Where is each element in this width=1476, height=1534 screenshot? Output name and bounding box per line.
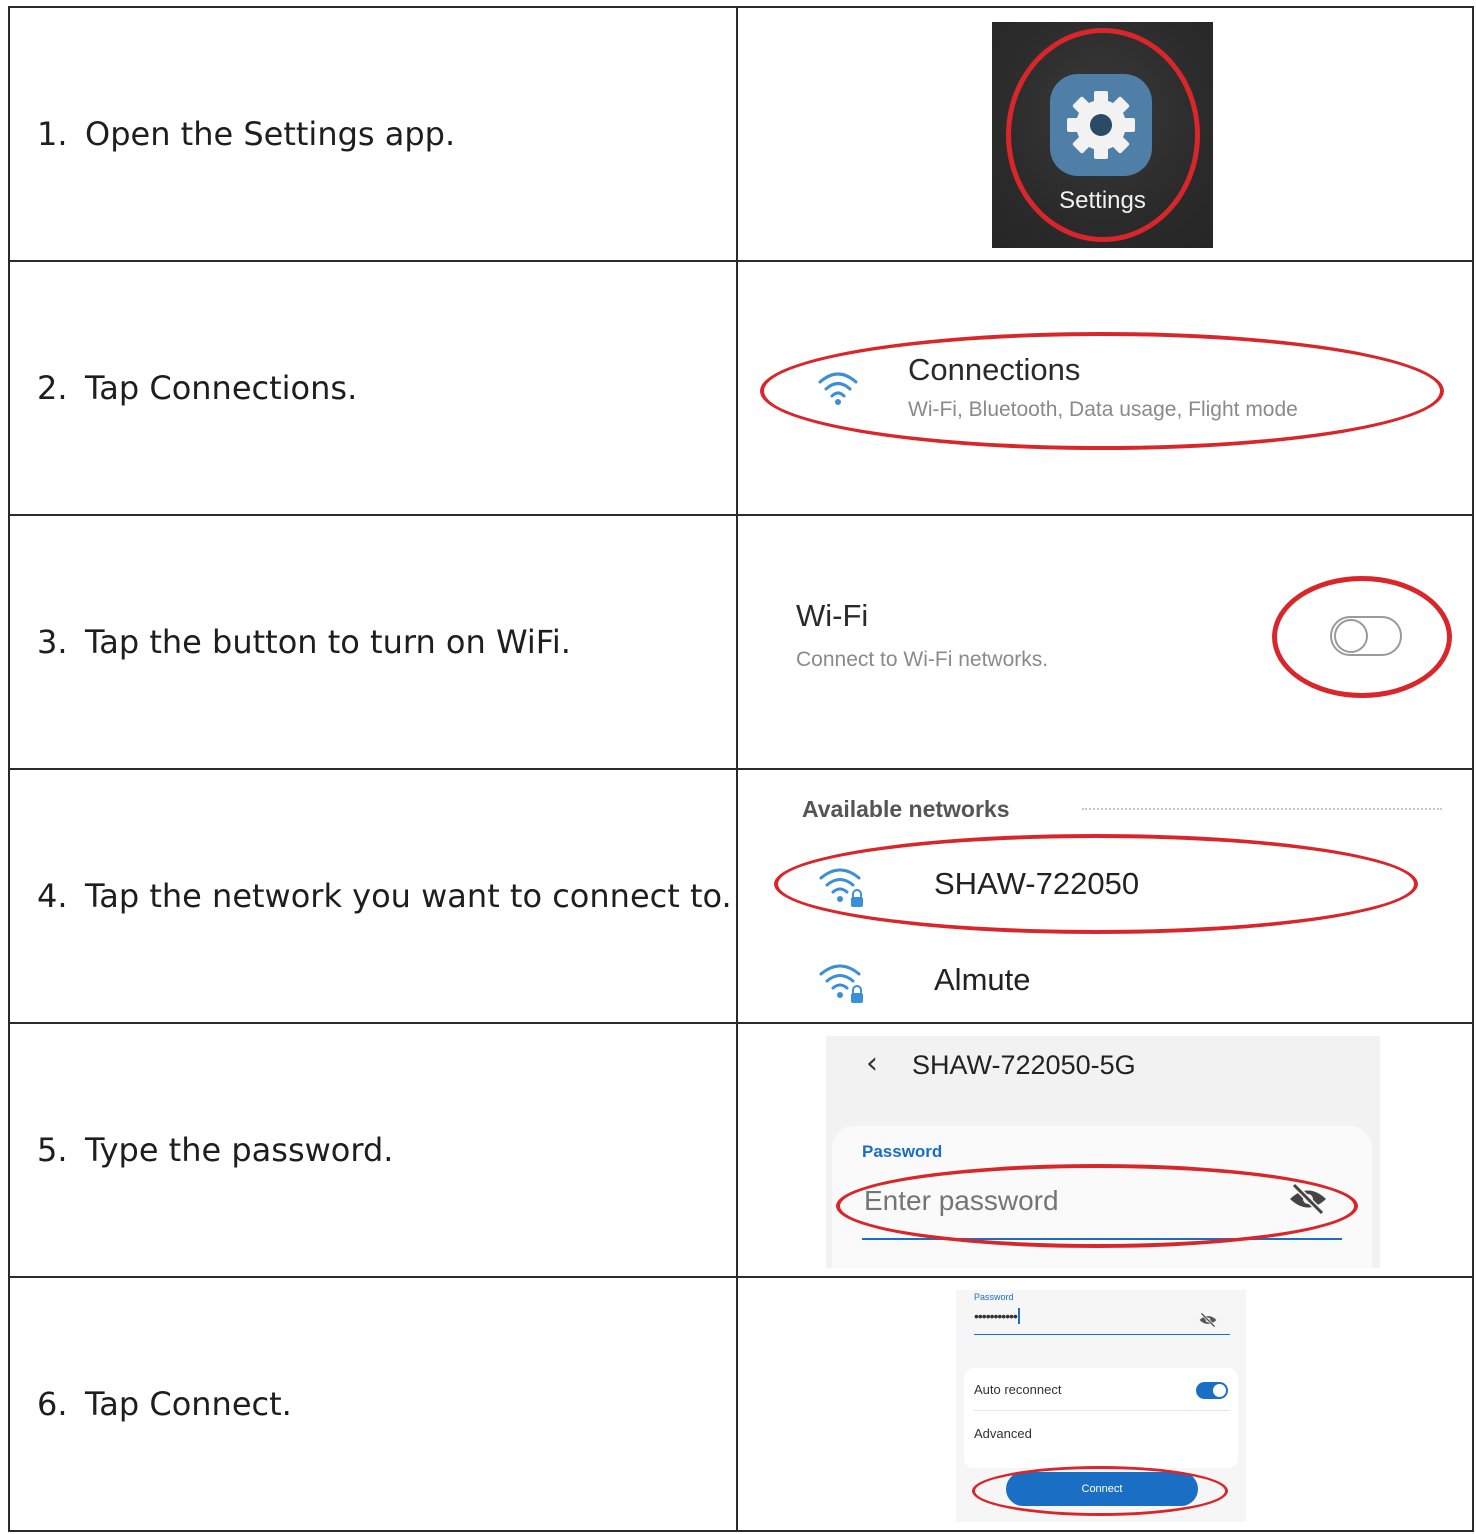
password-screen: ‹ SHAW-722050-5G Password: [826, 1036, 1380, 1268]
header-divider: [1082, 808, 1442, 810]
toggle-knob: [1213, 1384, 1226, 1397]
advanced-label[interactable]: Advanced: [974, 1426, 1032, 1441]
auto-reconnect-label: Auto reconnect: [974, 1382, 1062, 1397]
input-underline: [974, 1334, 1230, 1335]
network-title: SHAW-722050-5G: [912, 1050, 1136, 1080]
step-instruction: Type the password.: [85, 1131, 394, 1169]
highlight-circle: [1272, 576, 1452, 698]
step-instruction: Tap Connections.: [85, 369, 358, 407]
step-number: 4.: [37, 877, 68, 915]
settings-app-shot: Settings: [992, 22, 1213, 248]
divider: [974, 1410, 1230, 1411]
highlight-ellipse: [836, 1164, 1358, 1248]
step-5-screenshot: ‹ SHAW-722050-5G Password: [736, 1022, 1474, 1278]
step-3-text: 3. Tap the button to turn on WiFi.: [10, 623, 736, 661]
connections-item[interactable]: Connections Wi-Fi, Bluetooth, Data usage…: [760, 322, 1450, 452]
step-row-1: 1. Open the Settings app. Settings: [8, 6, 1474, 262]
step-3-screenshot: Wi-Fi Connect to Wi-Fi networks.: [736, 514, 1474, 770]
step-number: 6.: [37, 1385, 68, 1423]
step-instruction: Tap Connect.: [85, 1385, 292, 1423]
step-number: 5.: [37, 1131, 68, 1169]
step-number: 1.: [37, 115, 68, 153]
wifi-lock-icon: [819, 964, 863, 1003]
step-row-6: 6. Tap Connect. Password ••••••••••• Aut…: [8, 1276, 1474, 1532]
password-label: Password: [974, 1292, 1014, 1302]
step-4-text: 4. Tap the network you want to connect t…: [10, 877, 736, 915]
step-number: 2.: [37, 369, 68, 407]
wifi-title: Wi-Fi: [796, 598, 869, 633]
step-2-text: 2. Tap Connections.: [10, 369, 736, 407]
step-5-text: 5. Type the password.: [10, 1131, 736, 1169]
highlight-ellipse: [774, 834, 1418, 934]
password-label: Password: [862, 1142, 943, 1161]
back-arrow-icon[interactable]: ‹: [866, 1046, 878, 1081]
step-row-4: 4. Tap the network you want to connect t…: [8, 768, 1474, 1024]
step-number: 3.: [37, 623, 68, 661]
highlight-ellipse: [972, 1466, 1228, 1516]
highlight-ellipse: [760, 332, 1444, 450]
connect-screen: Password ••••••••••• Auto reconnect Adva…: [956, 1290, 1246, 1522]
steps-table: 1. Open the Settings app. Settings 2. Ta…: [8, 6, 1474, 1532]
step-4-screenshot: Available networks SHAW-722050 Almute: [736, 768, 1474, 1024]
step-6-screenshot: Password ••••••••••• Auto reconnect Adva…: [736, 1276, 1474, 1532]
highlight-circle: [1006, 28, 1200, 242]
step-row-5: 5. Type the password. ‹ SHAW-722050-5G P…: [8, 1022, 1474, 1278]
auto-reconnect-toggle[interactable]: [1196, 1382, 1228, 1399]
step-instruction: Open the Settings app.: [85, 115, 456, 153]
step-instruction: Tap the network you want to connect to.: [85, 877, 732, 915]
step-1-screenshot: Settings: [736, 6, 1474, 262]
step-row-2: 2. Tap Connections. Connections Wi-Fi, B…: [8, 260, 1474, 516]
step-6-text: 6. Tap Connect.: [10, 1385, 736, 1423]
eye-off-icon[interactable]: [1198, 1312, 1218, 1328]
step-1-text: 1. Open the Settings app.: [10, 115, 736, 153]
step-2-screenshot: Connections Wi-Fi, Bluetooth, Data usage…: [736, 260, 1474, 516]
step-row-3: 3. Tap the button to turn on WiFi. Wi-Fi…: [8, 514, 1474, 770]
password-value[interactable]: •••••••••••: [974, 1308, 1020, 1324]
network-item-almute[interactable]: Almute: [778, 946, 1418, 1016]
step-instruction: Tap the button to turn on WiFi.: [85, 623, 571, 661]
wifi-subtitle: Connect to Wi-Fi networks.: [796, 648, 1049, 671]
available-networks-header: Available networks: [802, 796, 1010, 822]
network-name: Almute: [934, 962, 1031, 997]
